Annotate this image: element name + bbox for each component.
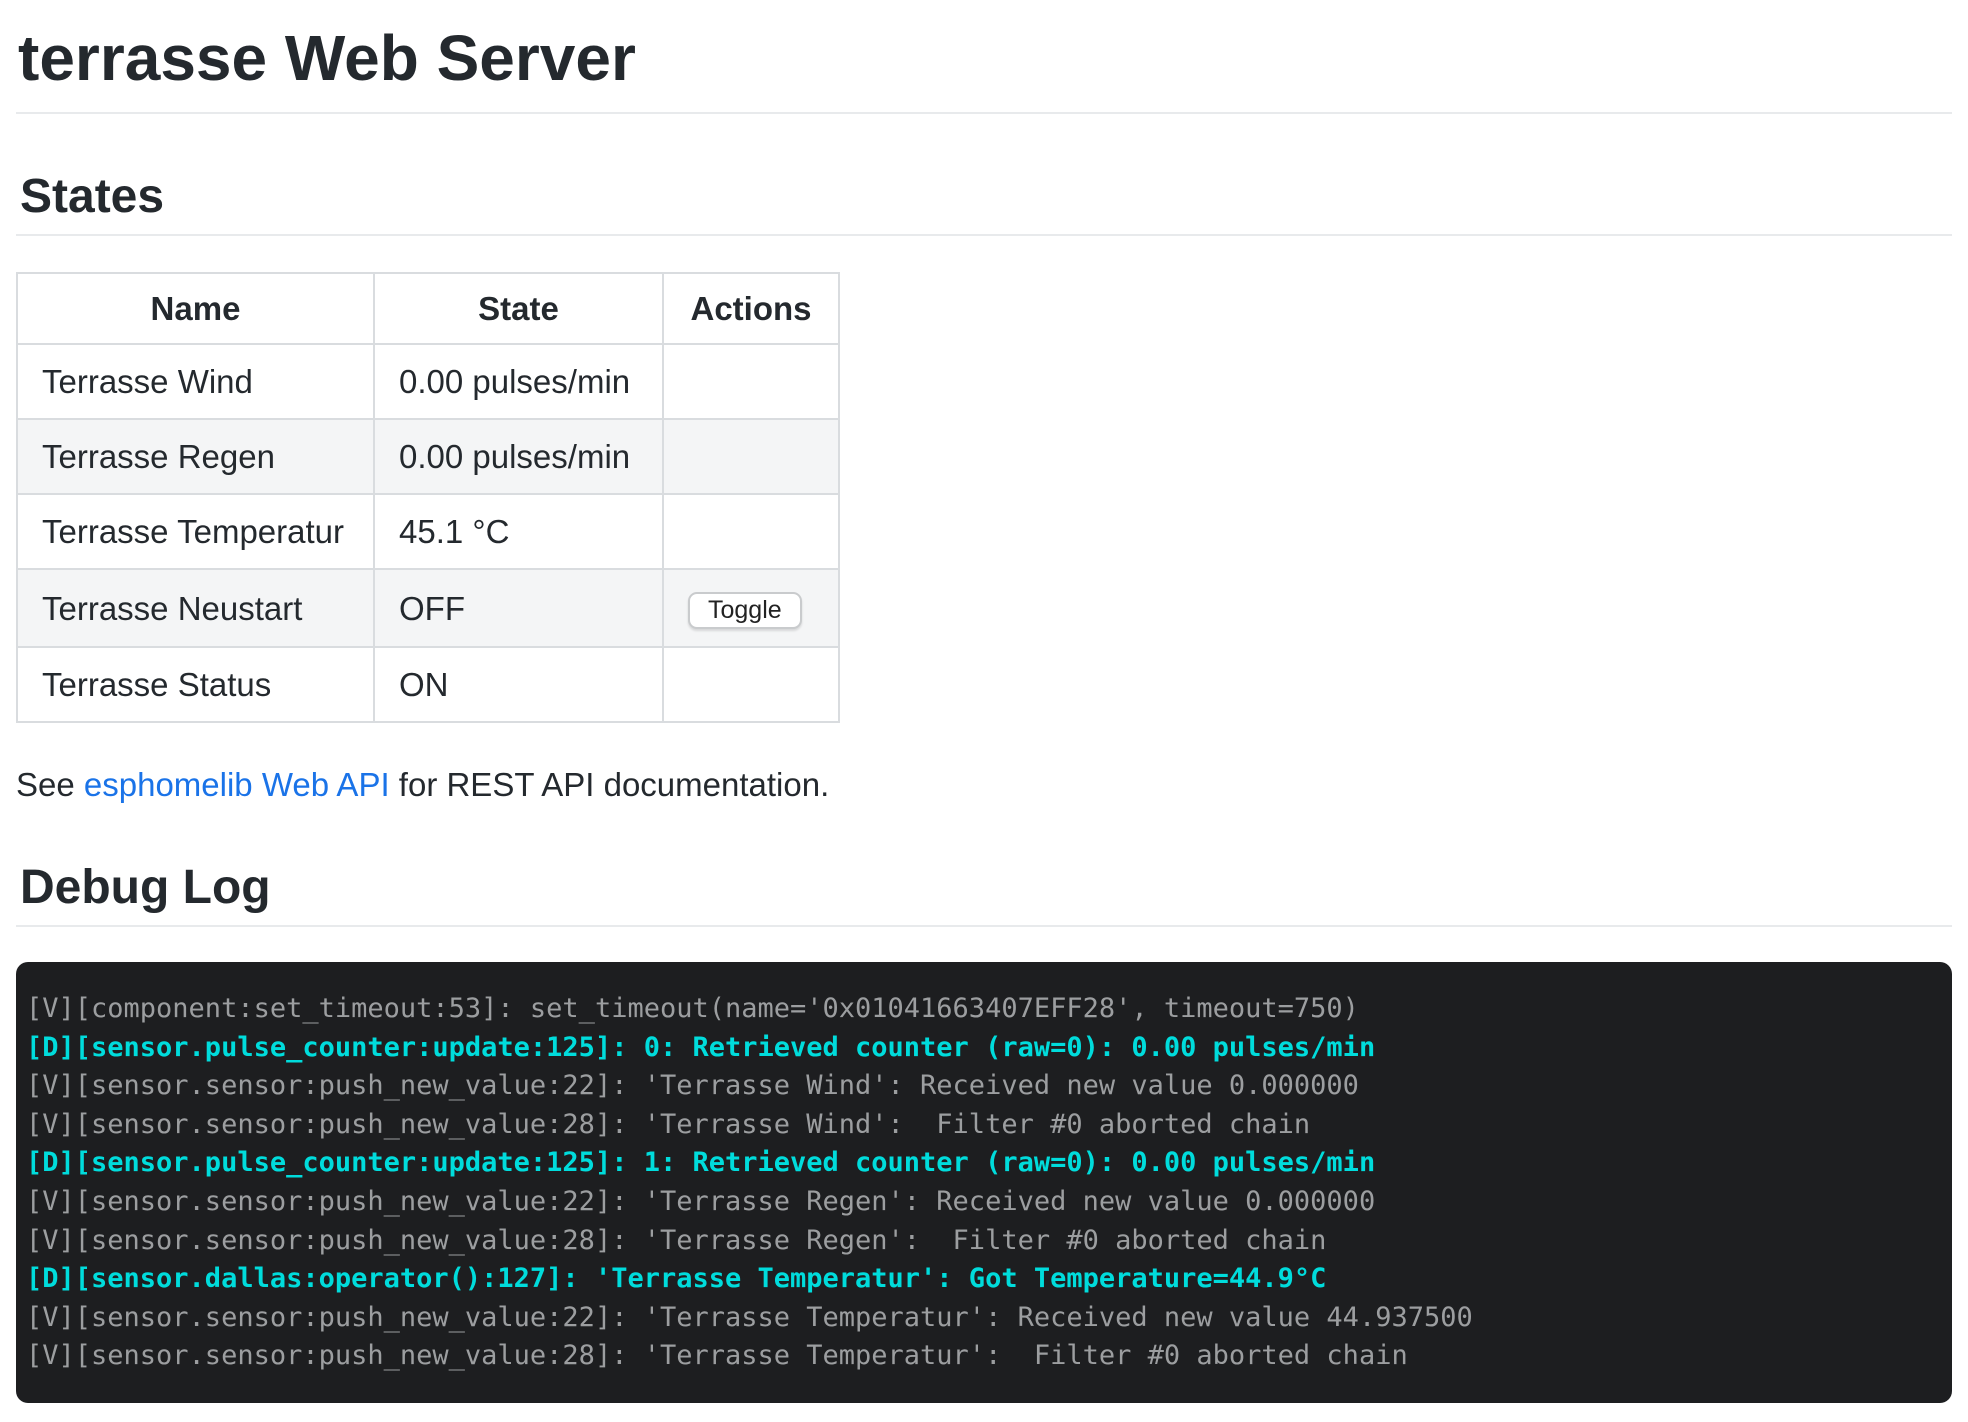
states-table: Name State Actions Terrasse Wind 0.00 pu… bbox=[16, 272, 840, 723]
entity-state: ON bbox=[374, 647, 663, 722]
entity-state: 0.00 pulses/min bbox=[374, 419, 663, 494]
esphomelib-web-api-link[interactable]: esphomelib Web API bbox=[84, 766, 390, 803]
column-header-state: State bbox=[374, 273, 663, 344]
toggle-button[interactable]: Toggle bbox=[688, 592, 802, 629]
table-row: Terrasse Temperatur 45.1 °C bbox=[17, 494, 839, 569]
entity-name: Terrasse Neustart bbox=[17, 569, 374, 647]
debug-log: [V][component:set_timeout:53]: set_timeo… bbox=[16, 962, 1952, 1403]
entity-state: OFF bbox=[374, 569, 663, 647]
entity-name: Terrasse Status bbox=[17, 647, 374, 722]
log-line: [D][sensor.pulse_counter:update:125]: 1:… bbox=[26, 1144, 1942, 1183]
states-table-body: Terrasse Wind 0.00 pulses/min Terrasse R… bbox=[17, 344, 839, 722]
entity-name: Terrasse Regen bbox=[17, 419, 374, 494]
entity-actions: Toggle bbox=[663, 569, 839, 647]
log-line: [V][sensor.sensor:push_new_value:28]: 'T… bbox=[26, 1106, 1942, 1145]
table-row: Terrasse Regen 0.00 pulses/min bbox=[17, 419, 839, 494]
log-line: [V][sensor.sensor:push_new_value:28]: 'T… bbox=[26, 1222, 1942, 1261]
entity-name: Terrasse Wind bbox=[17, 344, 374, 419]
page-title: terrasse Web Server bbox=[16, 0, 1952, 114]
debug-log-heading: Debug Log bbox=[16, 863, 1952, 927]
api-note: See esphomelib Web API for REST API docu… bbox=[16, 765, 1952, 805]
entity-actions bbox=[663, 419, 839, 494]
table-row: Terrasse Status ON bbox=[17, 647, 839, 722]
log-line: [V][component:set_timeout:53]: set_timeo… bbox=[26, 990, 1942, 1029]
entity-name: Terrasse Temperatur bbox=[17, 494, 374, 569]
entity-actions bbox=[663, 344, 839, 419]
entity-state: 45.1 °C bbox=[374, 494, 663, 569]
log-line: [D][sensor.pulse_counter:update:125]: 0:… bbox=[26, 1029, 1942, 1068]
entity-state: 0.00 pulses/min bbox=[374, 344, 663, 419]
table-row: Terrasse Wind 0.00 pulses/min bbox=[17, 344, 839, 419]
table-row: Terrasse Neustart OFF Toggle bbox=[17, 569, 839, 647]
log-line: [V][sensor.sensor:push_new_value:22]: 'T… bbox=[26, 1067, 1942, 1106]
states-table-head: Name State Actions bbox=[17, 273, 839, 344]
states-heading: States bbox=[16, 172, 1952, 236]
log-line: [V][sensor.sensor:push_new_value:22]: 'T… bbox=[26, 1183, 1942, 1222]
log-line: [V][sensor.sensor:push_new_value:22]: 'T… bbox=[26, 1299, 1942, 1338]
header-row: Name State Actions bbox=[17, 273, 839, 344]
entity-actions bbox=[663, 494, 839, 569]
page-container: terrasse Web Server States Name State Ac… bbox=[0, 0, 1968, 1403]
api-note-suffix: for REST API documentation. bbox=[390, 766, 830, 803]
column-header-name: Name bbox=[17, 273, 374, 344]
column-header-actions: Actions bbox=[663, 273, 839, 344]
entity-actions bbox=[663, 647, 839, 722]
log-line: [D][sensor.dallas:operator():127]: 'Terr… bbox=[26, 1260, 1942, 1299]
log-line: [V][sensor.sensor:push_new_value:28]: 'T… bbox=[26, 1337, 1942, 1376]
api-note-prefix: See bbox=[16, 766, 84, 803]
